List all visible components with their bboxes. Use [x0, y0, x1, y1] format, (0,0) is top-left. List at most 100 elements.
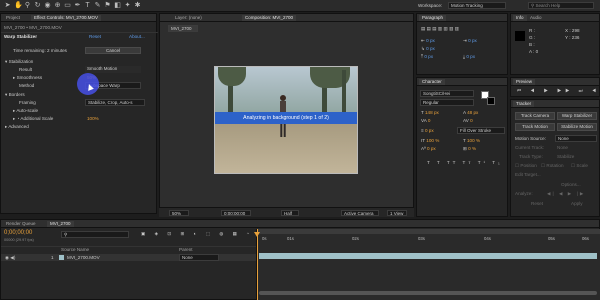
baseline-field[interactable]: Aª 0 px [421, 146, 436, 151]
framing-select[interactable]: Stabilize, Crop, Auto-s [85, 99, 145, 106]
motion-source-label: Motion Source: [515, 136, 546, 141]
align-buttons[interactable]: ▤ ▤ ▤ ▥ ▥ ▥ ▥ [421, 26, 459, 32]
stamp-tool-icon[interactable]: ⚑ [104, 2, 111, 9]
time-remaining-text: Time remaining: 2 minutes [13, 48, 67, 53]
tab-effect-controls[interactable]: Effect Controls: MVI_2700.MOV [31, 15, 101, 21]
leading-field[interactable]: A 48 px [463, 110, 478, 115]
work-area-bar[interactable] [257, 229, 600, 234]
comp-timecode[interactable]: 0;00;00;00 [221, 210, 251, 216]
effect-controls-panel: Project Effect Controls: MVI_2700.MOV MV… [0, 13, 158, 214]
first-indent-field[interactable]: ↳ 0 px [421, 46, 435, 52]
rotation-checkbox[interactable]: ☐ Rotation [541, 163, 564, 169]
indent-left-field[interactable]: ⇤ 0 px [421, 38, 435, 44]
space-before-field[interactable]: ⤒ 0 px [421, 54, 433, 59]
warp-stabilizer-button[interactable]: Warp Stabilizer [557, 112, 597, 120]
layer-parent-select[interactable]: None [179, 254, 219, 261]
pen-tool-icon[interactable]: ✒ [74, 2, 81, 9]
tab-paragraph[interactable]: Paragraph [419, 15, 447, 21]
composition-canvas[interactable]: Analyzing in background (step 1 of 2) [214, 66, 358, 174]
views-select[interactable]: 1 View [387, 210, 407, 216]
camera-tool-icon[interactable]: ◉ [44, 2, 51, 9]
tab-character[interactable]: Character [419, 79, 445, 85]
playhead-handle-icon[interactable] [254, 232, 260, 237]
motion-source-select[interactable]: None [555, 135, 597, 142]
timeline-zoom-slider[interactable] [259, 291, 597, 295]
result-select[interactable]: Smooth Motion [85, 66, 141, 73]
zoom-select[interactable]: 50% [169, 210, 189, 216]
tab-project[interactable]: Project [3, 15, 23, 21]
current-track-value[interactable]: None [557, 145, 568, 150]
puppet-tool-icon[interactable]: ✱ [134, 2, 141, 9]
tracking-field[interactable]: AV 0 [463, 118, 473, 123]
stabilization-label: Stabilization [8, 59, 34, 64]
stroke-option-select[interactable]: Fill Over Stroke [457, 127, 505, 134]
smoothness-row[interactable]: ▸ Smoothness [13, 75, 42, 81]
playback-controls[interactable]: ⏮ ◀ ▶ ▶▶ ⏭ ◀) ⟳ [517, 88, 600, 94]
layer-name[interactable]: MVI_2700.MOV [67, 255, 100, 260]
vscale-field[interactable]: IT 100 % [421, 138, 439, 143]
space-after-field[interactable]: ⤓ 0 px [463, 54, 475, 59]
indent-right-field[interactable]: ⇥ 0 px [463, 38, 477, 44]
borders-group[interactable]: ▾ Borders [5, 92, 25, 98]
tab-render-queue[interactable]: Render Queue [3, 221, 39, 227]
text-tool-icon[interactable]: T [84, 2, 91, 9]
rotate-tool-icon[interactable]: ↻ [34, 2, 41, 9]
timeline-timecode[interactable]: 0;00;00;00 [4, 230, 32, 236]
resolution-select[interactable]: Half [281, 210, 299, 216]
tab-layer[interactable]: Layer: (none) [172, 15, 205, 21]
tab-timeline-comp[interactable]: MVI_2700 [47, 221, 74, 227]
analyze-buttons[interactable]: ◀| ◀ ▶ |▶ [547, 191, 585, 197]
reset-link[interactable]: Reset [89, 34, 101, 39]
timeline-search-input[interactable]: ⚲ [61, 231, 129, 238]
tracker-tabbar: Tracker [511, 100, 599, 108]
edit-target-button[interactable]: Edit Target... [515, 172, 541, 177]
autoscale-row[interactable]: ▸ Auto-scale [13, 108, 38, 114]
tracker-apply-button[interactable]: Apply [571, 201, 583, 206]
comp-breadcrumb[interactable]: MVI_2700 [168, 25, 198, 32]
tab-preview[interactable]: Preview [513, 79, 536, 85]
tab-audio[interactable]: Audio [527, 15, 545, 21]
kerning-field[interactable]: VA 0 [421, 118, 430, 123]
stroke-color-swatch[interactable] [487, 97, 495, 105]
search-help-input[interactable]: ⚲ Search Help [528, 2, 594, 9]
selection-tool-icon[interactable]: ➤ [4, 2, 11, 9]
cancel-button[interactable]: Cancel [85, 47, 141, 54]
zoom-tool-icon[interactable]: ⚲ [24, 2, 31, 9]
tab-info[interactable]: Info [513, 15, 527, 21]
additional-scale-value[interactable]: 100% [87, 116, 99, 121]
tracker-reset-button[interactable]: Reset [531, 201, 543, 206]
advanced-group[interactable]: ▸ Advanced [5, 124, 29, 130]
font-size-field[interactable]: T 148 px [421, 110, 439, 115]
additional-scale-row[interactable]: ▸ ◔ Additional Scale [13, 116, 53, 122]
effect-name[interactable]: Warp Stabilizer [4, 34, 37, 39]
tab-tracker[interactable]: Tracker [513, 101, 535, 107]
layer-row[interactable]: ◉ ◀) 1 MVI_2700.MOV None [1, 254, 257, 261]
about-link[interactable]: About... [129, 34, 145, 39]
tsume-field[interactable]: ⊞ 0 % [463, 146, 476, 152]
hand-tool-icon[interactable]: ✋ [14, 2, 23, 9]
font-family-select[interactable]: SongtiSC/Hei [420, 90, 474, 97]
workspace-select[interactable]: Motion Tracking [448, 2, 506, 9]
roto-tool-icon[interactable]: ✦ [124, 2, 131, 9]
options-button[interactable]: Options... [561, 182, 581, 187]
pan-behind-tool-icon[interactable]: ⊕ [54, 2, 61, 9]
position-checkbox[interactable]: ☐ Position [515, 163, 537, 169]
hscale-field[interactable]: T 100 % [463, 138, 480, 143]
timeline-switch-icons[interactable]: ▣ ◈ ⊡ ⊞ ◐ ⬚ ◍ ▦ ◔ [141, 231, 253, 237]
stabilization-group[interactable]: ▾ Stabilization [5, 59, 33, 65]
font-style-select[interactable]: Regular [420, 99, 474, 106]
layer-visibility-icon[interactable]: ◉ ◀) [5, 255, 15, 261]
track-type-value[interactable]: Stabilize [557, 154, 574, 159]
camera-select[interactable]: Active Camera [341, 210, 379, 216]
track-motion-button[interactable]: Track Motion [515, 123, 555, 131]
stroke-width-field[interactable]: ≡ 0 px [421, 128, 434, 133]
eraser-tool-icon[interactable]: ◧ [114, 2, 121, 9]
stabilize-motion-button[interactable]: Stabilize Motion [557, 123, 597, 131]
layer-track-bar[interactable] [259, 253, 597, 259]
tab-composition[interactable]: Composition: MVI_2700 [242, 15, 297, 21]
mask-tool-icon[interactable]: ▭ [64, 2, 71, 9]
track-camera-button[interactable]: Track Camera [515, 112, 555, 120]
brush-tool-icon[interactable]: ✎ [94, 2, 101, 9]
text-style-buttons[interactable]: T T TT Tт T¹ T₁ [427, 160, 503, 165]
scale-checkbox[interactable]: ☐ Scale [571, 163, 588, 169]
